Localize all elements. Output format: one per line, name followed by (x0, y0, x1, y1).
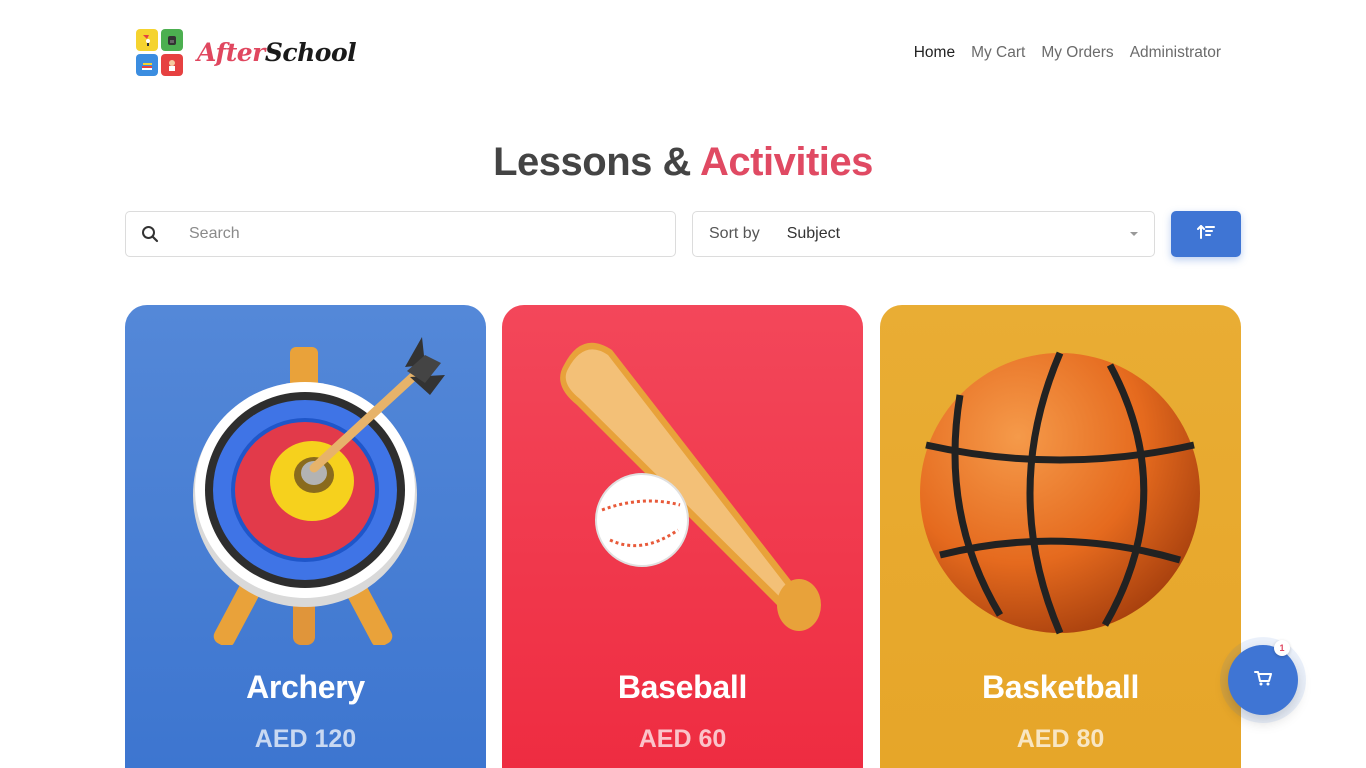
kid-icon (161, 54, 183, 76)
archery-target-icon (193, 337, 445, 645)
books-icon (136, 54, 158, 76)
kid-kite-icon (136, 29, 158, 51)
chevron-down-icon (1130, 232, 1138, 236)
sort-selected-value[interactable]: Subject (787, 225, 1130, 243)
nav-item-my-orders[interactable]: My Orders (1041, 44, 1113, 62)
nav-item-administrator[interactable]: Administrator (1130, 44, 1221, 62)
page-title-accent: Activities (700, 140, 873, 184)
page-title-main: Lessons & (493, 140, 691, 184)
search-field (125, 211, 676, 257)
main-nav: Home My Cart My Orders Administrator (914, 44, 1221, 62)
site-logo[interactable]: AfterSchool (136, 29, 357, 76)
sort-label: Sort by (709, 225, 760, 242)
search-input[interactable] (189, 225, 659, 243)
card-price: AED 80 (1016, 725, 1105, 753)
card-price: AED 60 (638, 725, 727, 753)
logo-wordmark: AfterSchool (197, 38, 357, 67)
card-title: Baseball (617, 669, 748, 705)
card-title: Basketball (981, 669, 1140, 705)
sort-order-button[interactable] (1171, 211, 1241, 257)
sort-ascending-icon (1197, 224, 1215, 245)
cart-fab-button[interactable] (1228, 645, 1298, 715)
logo-school-text: School (264, 38, 357, 67)
lesson-card-basketball[interactable]: Basketball AED 80 (880, 305, 1241, 768)
cart-count-badge: 1 (1274, 640, 1290, 656)
sort-select[interactable]: Sort by Subject (692, 211, 1155, 257)
cart-icon (1254, 670, 1272, 691)
logo-after-text: After (197, 38, 265, 67)
lesson-card-archery[interactable]: Archery AED 120 (125, 305, 486, 768)
search-icon (126, 225, 174, 243)
logo-tiles (136, 29, 183, 76)
backpack-icon (161, 29, 183, 51)
nav-item-home[interactable]: Home (914, 44, 955, 62)
card-price: AED 120 (254, 725, 357, 753)
basketball-icon (920, 351, 1200, 635)
card-title: Archery (246, 669, 365, 705)
page-title: Lessons & Activities (0, 140, 1366, 185)
nav-item-my-cart[interactable]: My Cart (971, 44, 1025, 62)
lesson-card-baseball[interactable]: Baseball AED 60 (502, 305, 863, 768)
baseball-bat-ball-icon (560, 342, 821, 631)
